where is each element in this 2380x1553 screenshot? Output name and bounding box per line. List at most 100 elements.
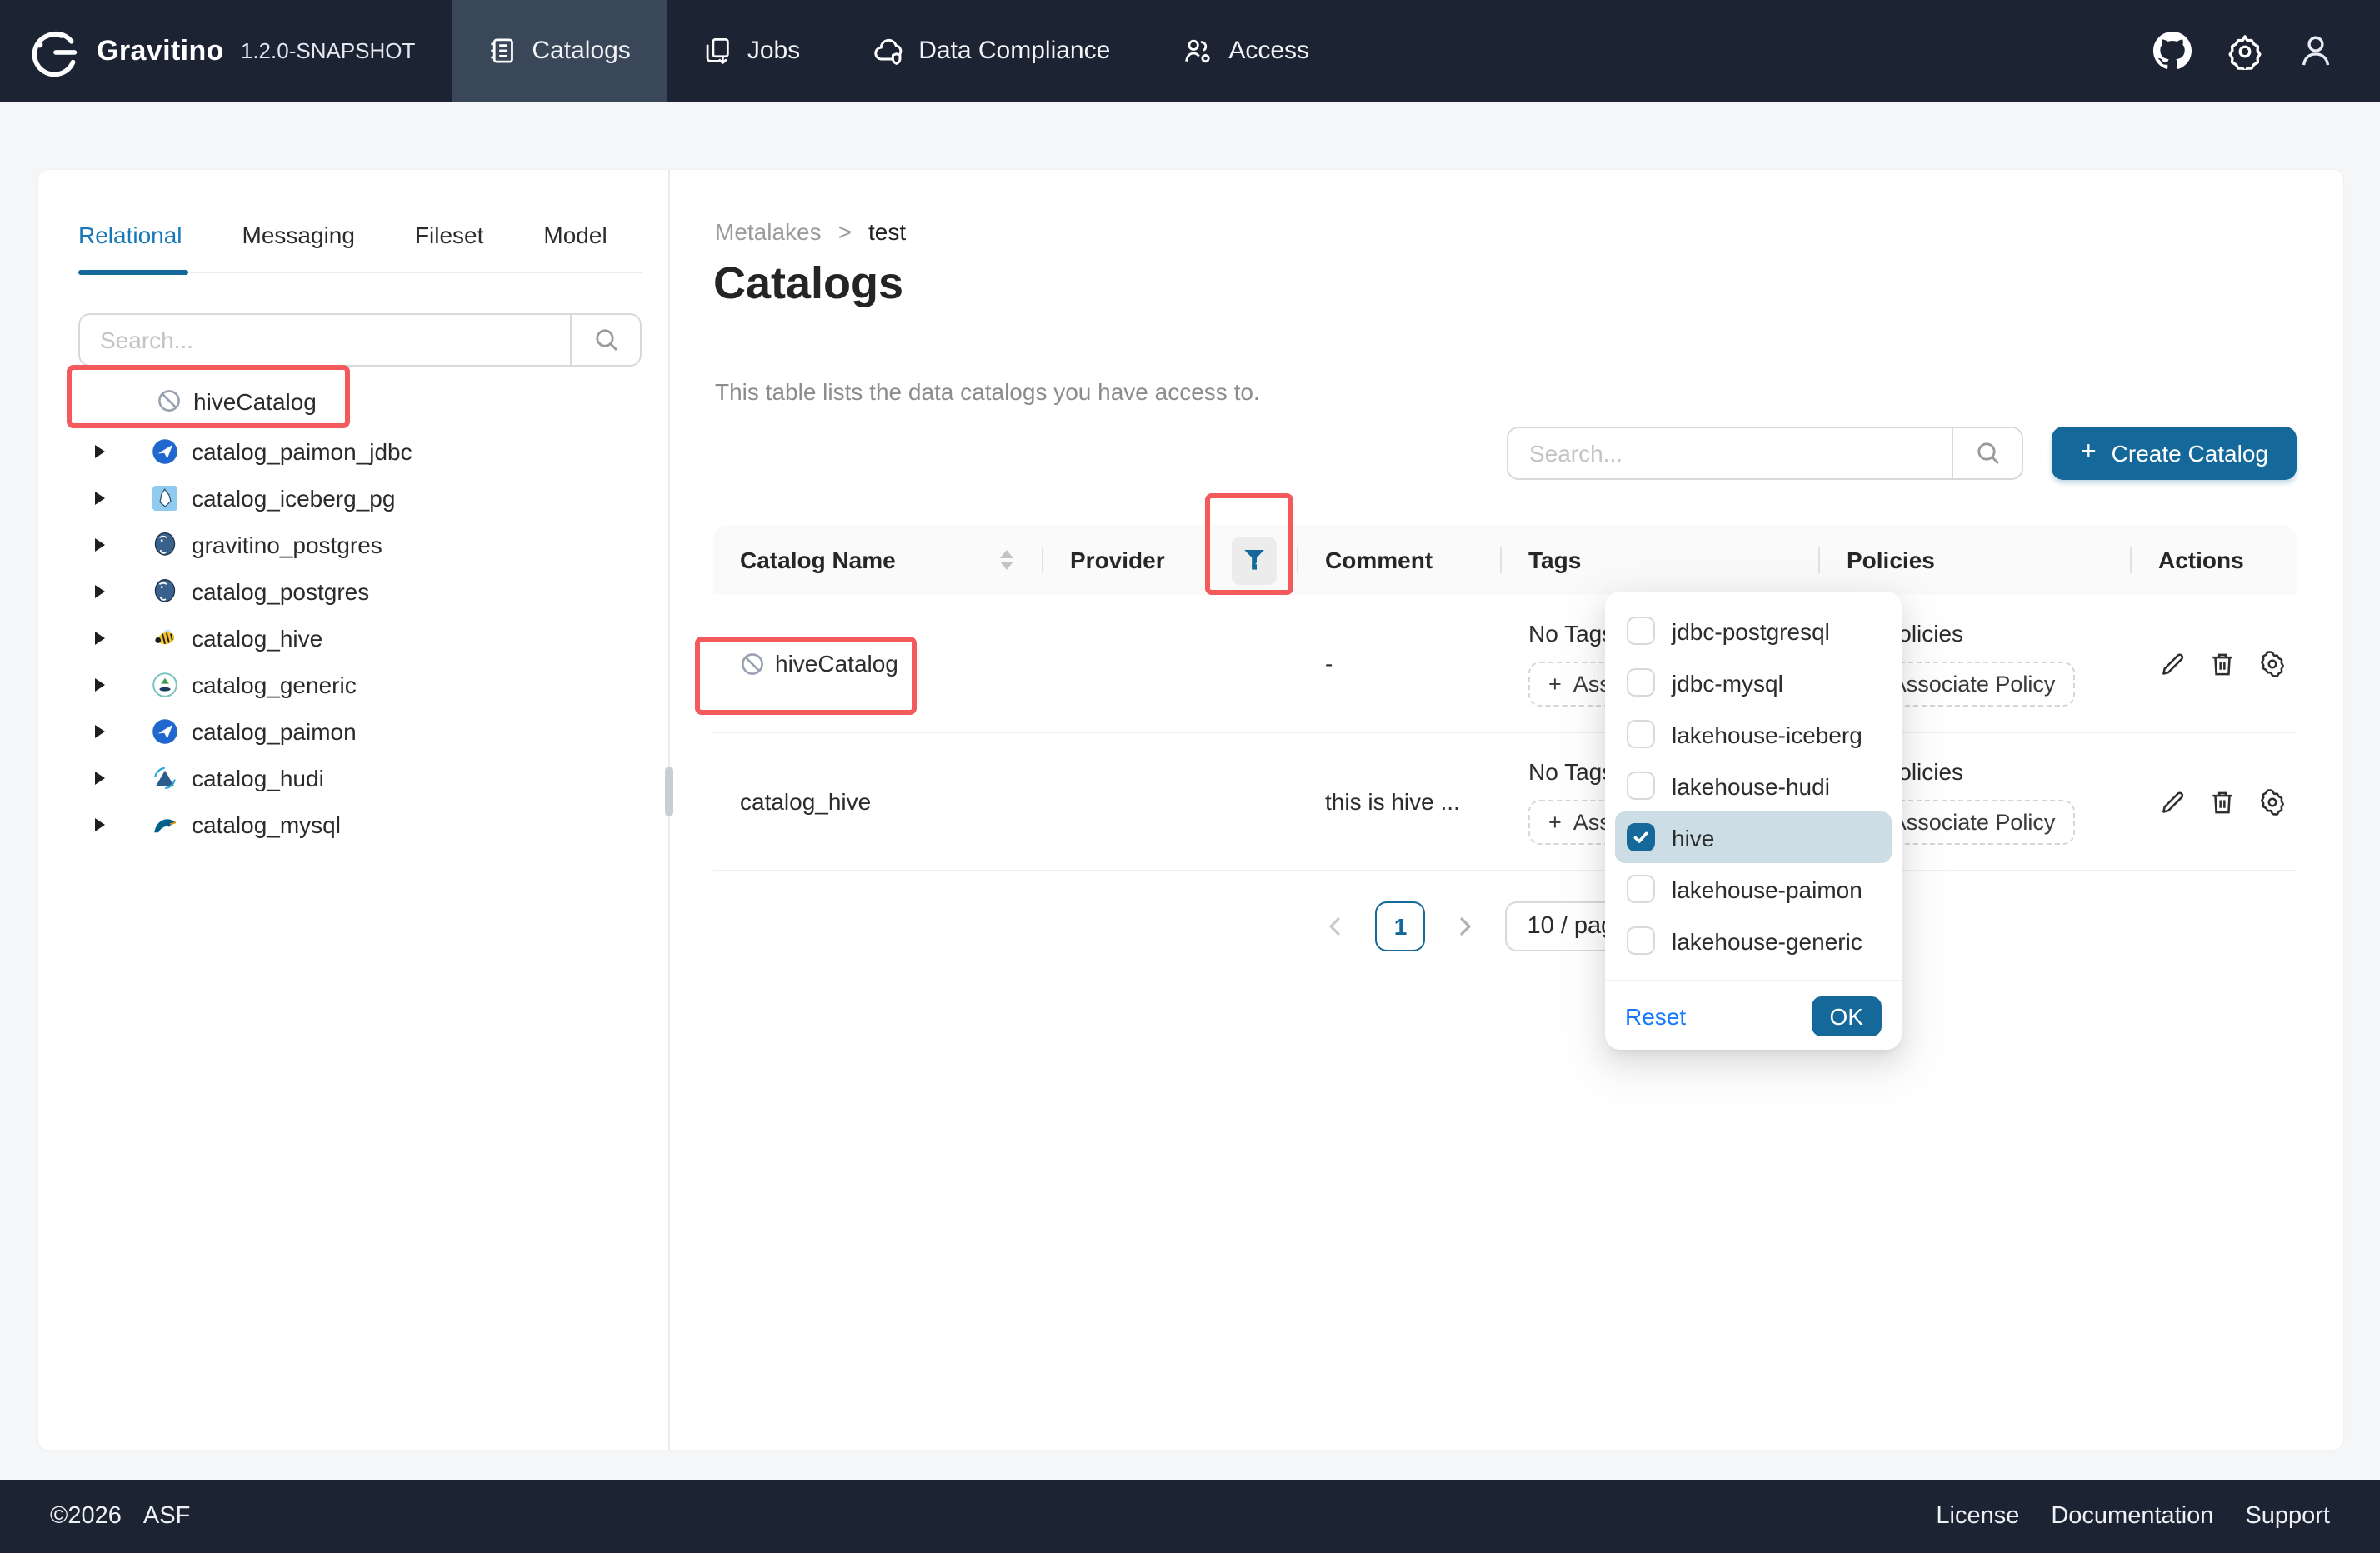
gravitino-logo-icon xyxy=(30,26,80,76)
checkbox-unchecked[interactable] xyxy=(1627,926,1655,955)
checkbox-unchecked[interactable] xyxy=(1627,617,1655,645)
sidebar-item-catalog-paimon[interactable]: catalog_paimon xyxy=(38,708,658,755)
checkbox-unchecked[interactable] xyxy=(1627,875,1655,903)
column-header-comment: Comment xyxy=(1298,525,1502,595)
table-search-input[interactable] xyxy=(1509,428,1952,478)
footer-link-license[interactable]: License xyxy=(1936,1503,2019,1530)
table-row-hivecatalog: hiveCatalog - No Tags + Associate Tag No… xyxy=(713,595,2297,733)
next-page-icon[interactable] xyxy=(1456,916,1476,936)
expand-caret-icon[interactable] xyxy=(95,492,105,505)
expand-caret-icon[interactable] xyxy=(95,818,105,831)
no-tags-label: No Tags xyxy=(1528,758,1613,785)
expand-caret-icon[interactable] xyxy=(95,632,105,645)
edit-icon[interactable] xyxy=(2158,787,2187,816)
catalogs-content: Metalakes > test Catalogs This table lis… xyxy=(670,170,2343,1450)
prohibited-icon xyxy=(157,388,182,413)
nav-tab-access[interactable]: Access xyxy=(1147,0,1346,102)
create-catalog-button[interactable]: + Create Catalog xyxy=(2052,427,2297,480)
checkbox-checked[interactable] xyxy=(1627,823,1655,851)
expand-caret-icon[interactable] xyxy=(95,585,105,598)
gear-icon[interactable] xyxy=(2258,649,2287,677)
expand-caret-icon[interactable] xyxy=(95,678,105,692)
nav-tab-label: Catalogs xyxy=(532,37,630,65)
tab-relational[interactable]: Relational xyxy=(78,207,182,272)
sidebar-item-hivecatalog[interactable]: hiveCatalog xyxy=(157,375,317,427)
breadcrumb-metalakes[interactable]: Metalakes xyxy=(715,218,822,245)
navbar-right xyxy=(2153,0,2380,102)
sidebar-item-gravitino-postgres[interactable]: gravitino_postgres xyxy=(38,522,658,568)
sidebar-item-label: catalog_mysql xyxy=(192,811,341,838)
user-icon[interactable] xyxy=(2298,33,2333,68)
prev-page-icon[interactable] xyxy=(1326,916,1346,936)
sidebar-item-catalog-postgres[interactable]: catalog_postgres xyxy=(38,568,658,615)
checkbox-unchecked[interactable] xyxy=(1627,772,1655,800)
actions-cell xyxy=(2132,733,2297,870)
delete-icon[interactable] xyxy=(2208,649,2237,677)
sidebar-item-catalog-mysql[interactable]: catalog_mysql xyxy=(38,801,658,848)
filter-option-jdbc-postgresql[interactable]: jdbc-postgresql xyxy=(1615,605,1892,657)
filter-option-lakehouse-generic[interactable]: lakehouse-generic xyxy=(1615,915,1892,966)
expand-caret-icon[interactable] xyxy=(95,538,105,552)
filter-option-hive[interactable]: hive xyxy=(1615,811,1892,863)
sidebar-item-catalog-iceberg-pg[interactable]: catalog_iceberg_pg xyxy=(38,475,658,522)
actions-cell xyxy=(2132,595,2297,732)
expand-caret-icon[interactable] xyxy=(95,725,105,738)
plus-icon: + xyxy=(1548,672,1562,697)
sidebar-resize-handle[interactable] xyxy=(665,767,673,816)
footer-link-support[interactable]: Support xyxy=(2245,1503,2330,1530)
nav-tab-data-compliance[interactable]: Data Compliance xyxy=(837,0,1147,102)
catalogs-table: Catalog Name Provider xyxy=(713,525,2297,871)
sidebar-item-label: hiveCatalog xyxy=(193,387,317,414)
page-description: This table lists the data catalogs you h… xyxy=(715,378,1260,405)
delete-icon[interactable] xyxy=(2208,787,2237,816)
nav-tab-label: Data Compliance xyxy=(918,37,1110,65)
sidebar-item-label: catalog_hudi xyxy=(192,765,324,791)
sidebar-search-button[interactable] xyxy=(570,315,640,365)
generic-icon xyxy=(152,672,178,698)
expand-caret-icon[interactable] xyxy=(95,772,105,785)
comment-cell: - xyxy=(1298,595,1502,732)
provider-cell xyxy=(1043,733,1298,870)
catalog-name-cell[interactable]: catalog_hive xyxy=(713,733,1043,870)
nav-tab-catalogs[interactable]: Catalogs xyxy=(452,0,667,102)
nav-tab-jobs[interactable]: Jobs xyxy=(668,0,837,102)
catalog-name: hiveCatalog xyxy=(775,650,898,677)
sidebar-item-catalog-hive[interactable]: catalog_hive xyxy=(38,615,658,662)
table-toolbar: + Create Catalog xyxy=(1508,427,2297,480)
paimon-icon xyxy=(152,718,178,745)
filter-ok-button[interactable]: OK xyxy=(1812,996,1882,1036)
settings-icon[interactable] xyxy=(2227,32,2263,69)
paimon-icon xyxy=(152,438,178,465)
github-icon[interactable] xyxy=(2153,32,2192,70)
tab-messaging[interactable]: Messaging xyxy=(242,207,355,272)
sidebar-search-input[interactable] xyxy=(80,315,570,365)
table-header-row: Catalog Name Provider xyxy=(713,525,2297,595)
tab-fileset[interactable]: Fileset xyxy=(415,207,483,272)
page-number-1[interactable]: 1 xyxy=(1376,901,1426,951)
checkbox-unchecked[interactable] xyxy=(1627,668,1655,697)
provider-filter-button[interactable] xyxy=(1232,536,1277,584)
gear-icon[interactable] xyxy=(2258,787,2287,816)
edit-icon[interactable] xyxy=(2158,649,2187,677)
filter-option-jdbc-mysql[interactable]: jdbc-mysql xyxy=(1615,657,1892,708)
create-catalog-label: Create Catalog xyxy=(2112,440,2268,467)
catalog-name-cell[interactable]: hiveCatalog xyxy=(713,595,1043,732)
expand-caret-icon[interactable] xyxy=(95,445,105,458)
tab-model[interactable]: Model xyxy=(543,207,607,272)
sidebar-item-label: catalog_generic xyxy=(192,672,357,698)
filter-option-lakehouse-iceberg[interactable]: lakehouse-iceberg xyxy=(1615,708,1892,760)
sidebar-item-label: catalog_paimon xyxy=(192,718,357,745)
filter-reset-button[interactable]: Reset xyxy=(1625,1002,1686,1029)
sort-icon[interactable] xyxy=(1000,550,1013,570)
brand[interactable]: Gravitino 1.2.0-SNAPSHOT xyxy=(0,0,452,102)
provider-filter-dropdown: jdbc-postgresql jdbc-mysql lakehouse-ice… xyxy=(1605,592,1902,1050)
footer-link-documentation[interactable]: Documentation xyxy=(2051,1503,2213,1530)
footer-org: ASF xyxy=(143,1503,190,1530)
checkbox-unchecked[interactable] xyxy=(1627,720,1655,748)
filter-option-lakehouse-paimon[interactable]: lakehouse-paimon xyxy=(1615,863,1892,915)
filter-option-lakehouse-hudi[interactable]: lakehouse-hudi xyxy=(1615,760,1892,811)
sidebar-item-catalog-generic[interactable]: catalog_generic xyxy=(38,662,658,708)
sidebar-item-catalog-hudi[interactable]: catalog_hudi xyxy=(38,755,658,801)
sidebar-item-catalog-paimon-jdbc[interactable]: catalog_paimon_jdbc xyxy=(38,428,658,475)
table-search-button[interactable] xyxy=(1952,428,2022,478)
